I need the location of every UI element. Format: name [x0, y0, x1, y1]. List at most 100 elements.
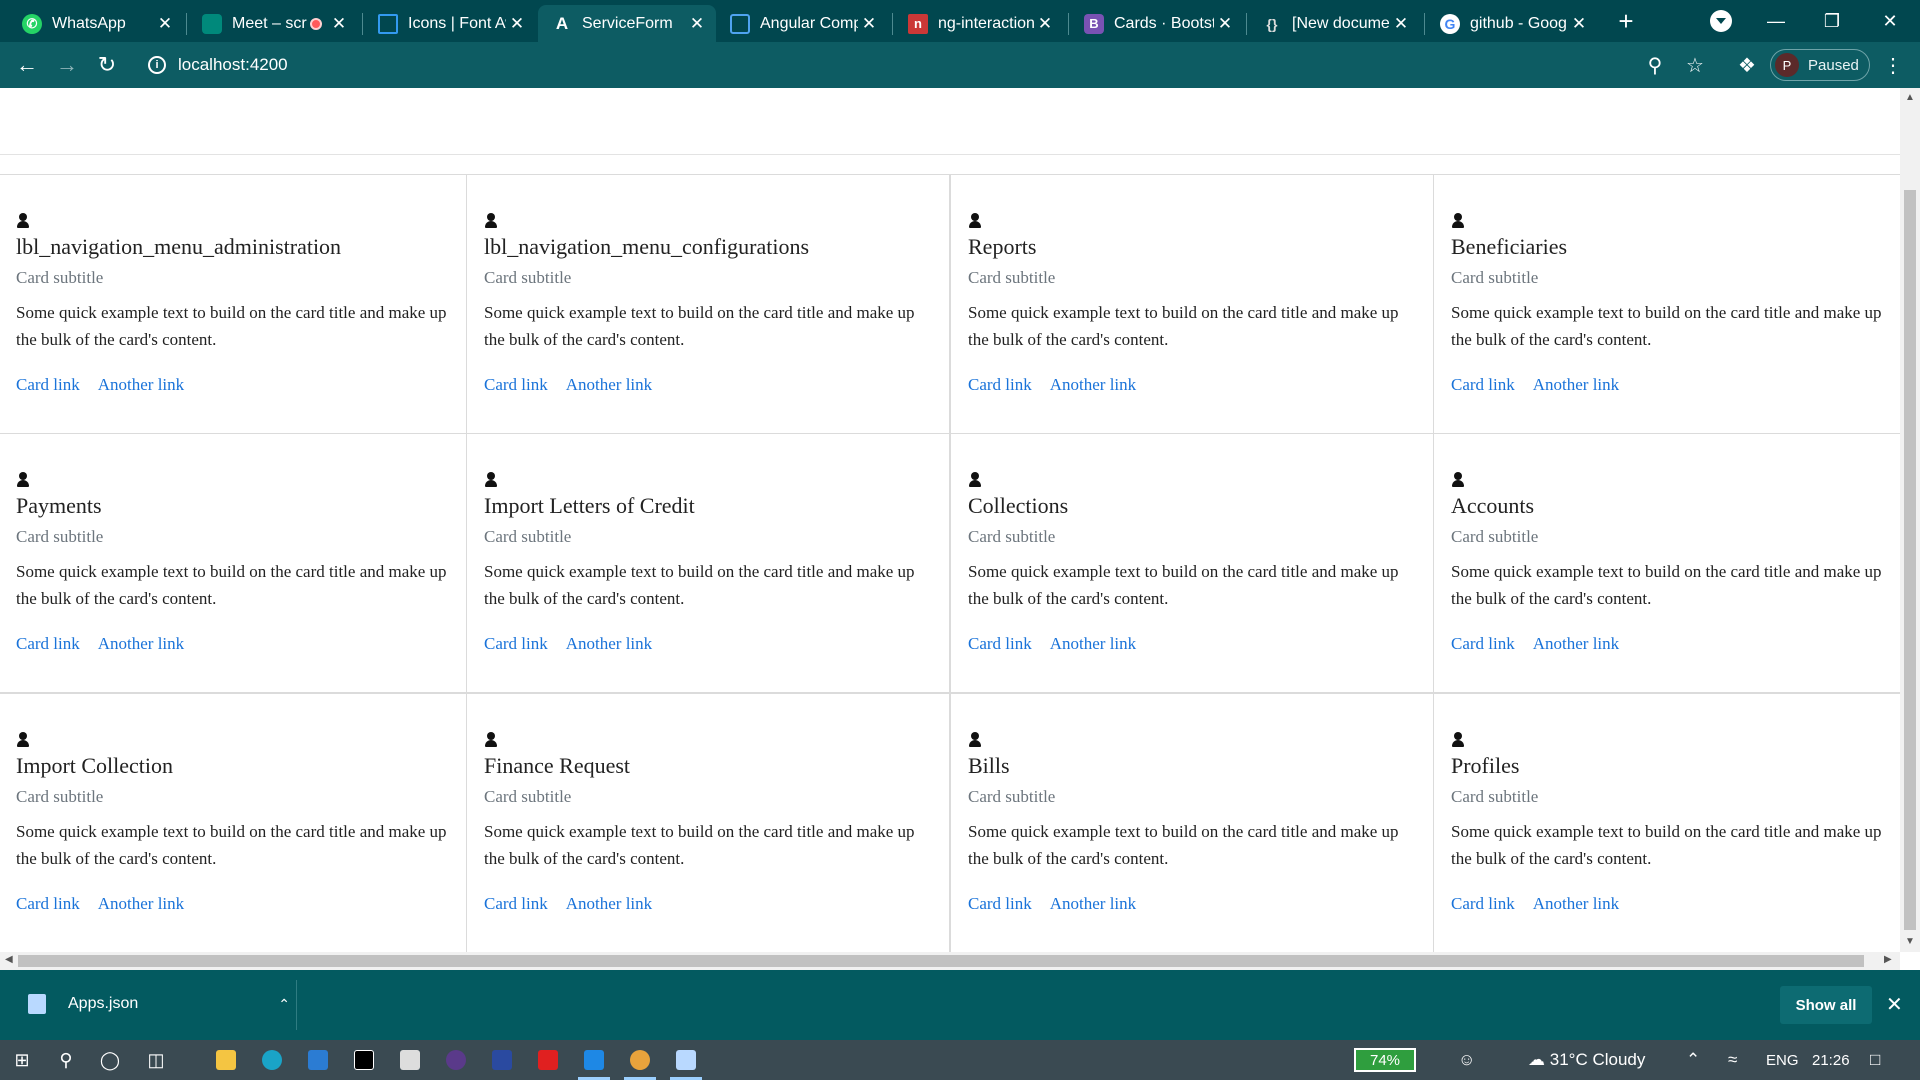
close-tab-icon[interactable]: ✕	[1214, 14, 1236, 34]
scroll-up-arrow-icon[interactable]: ▲	[1905, 92, 1915, 103]
card-link[interactable]: Card link	[1451, 894, 1515, 913]
back-arrow-icon[interactable]: ←	[12, 50, 42, 80]
tab-cards-bootstrap[interactable]: B Cards · Bootstr ✕	[1070, 5, 1244, 42]
horizontal-scroll-thumb[interactable]	[18, 955, 1864, 967]
another-link[interactable]: Another link	[1533, 894, 1619, 913]
show-all-button[interactable]: Show all	[1780, 986, 1872, 1024]
card-link[interactable]: Card link	[968, 634, 1032, 653]
user-icon	[968, 472, 982, 488]
file-explorer-icon[interactable]	[214, 1048, 238, 1072]
card: Finance Request Card subtitle Some quick e…	[466, 693, 950, 952]
chrome-icon[interactable]	[624, 1048, 656, 1080]
close-tab-icon[interactable]: ✕	[154, 14, 176, 34]
people-icon[interactable]: ☺	[1458, 1050, 1475, 1070]
language-indicator[interactable]: ENG	[1766, 1052, 1799, 1069]
another-link[interactable]: Another link	[566, 634, 652, 653]
chevron-up-icon[interactable]: ⌃	[1686, 1050, 1700, 1070]
restore-window-icon[interactable]: ❐	[1804, 0, 1860, 42]
card-link[interactable]: Card link	[484, 634, 548, 653]
forward-arrow-icon[interactable]: →	[52, 50, 82, 80]
close-window-icon[interactable]: ✕	[1862, 0, 1918, 42]
close-tab-icon[interactable]: ✕	[506, 14, 528, 34]
notepad-icon[interactable]	[670, 1048, 702, 1080]
address-url: localhost:4200	[178, 55, 288, 74]
horizontal-scrollbar[interactable]: ◀ ▶	[0, 952, 1900, 970]
card-text: Some quick example text to build on the …	[1451, 562, 1882, 608]
close-tab-icon[interactable]: ✕	[1390, 14, 1412, 34]
extensions-puzzle-icon[interactable]: ❖	[1734, 52, 1760, 78]
pycharm-icon[interactable]	[352, 1048, 376, 1072]
youtube-icon[interactable]	[536, 1048, 560, 1072]
another-link[interactable]: Another link	[98, 634, 184, 653]
close-tab-icon[interactable]: ✕	[328, 14, 350, 34]
edge-icon[interactable]	[260, 1048, 284, 1072]
battery-indicator[interactable]: 74%	[1354, 1048, 1416, 1072]
profile-button[interactable]: P Paused	[1770, 49, 1870, 81]
tab-whatsapp[interactable]: ✆ WhatsApp ✕	[8, 5, 184, 42]
card-link[interactable]: Card link	[1451, 375, 1515, 394]
notification-center-icon[interactable]: □	[1870, 1050, 1880, 1070]
store-icon[interactable]	[398, 1048, 422, 1072]
scroll-down-arrow-icon[interactable]: ▼	[1905, 936, 1915, 947]
another-link[interactable]: Another link	[1050, 894, 1136, 913]
vertical-scroll-thumb[interactable]	[1904, 190, 1916, 930]
scroll-right-arrow-icon[interactable]: ▶	[1884, 954, 1892, 965]
tab-title: ng-interaction	[938, 14, 1034, 32]
close-tab-icon[interactable]: ✕	[1568, 14, 1590, 34]
card-link[interactable]: Card link	[1451, 634, 1515, 653]
new-tab-button[interactable]: +	[1612, 8, 1640, 36]
tab-angular-components[interactable]: Angular Comp ✕	[716, 5, 888, 42]
vertical-scrollbar[interactable]: ▲ ▼	[1900, 88, 1920, 952]
vscode-icon[interactable]	[578, 1048, 610, 1080]
tab-search-icon[interactable]	[1710, 10, 1732, 32]
user-icon	[484, 213, 498, 229]
chevron-up-icon[interactable]: ⌃	[278, 996, 290, 1013]
another-link[interactable]: Another link	[98, 894, 184, 913]
address-bar[interactable]: i localhost:4200	[136, 47, 1696, 83]
another-link[interactable]: Another link	[566, 894, 652, 913]
tab-google-meet[interactable]: Meet – scr ✕	[188, 5, 358, 42]
another-link[interactable]: Another link	[1050, 634, 1136, 653]
cortana-circle-icon[interactable]: ◯	[98, 1048, 122, 1072]
tab-github-google[interactable]: G github - Goog ✕	[1426, 5, 1598, 42]
another-link[interactable]: Another link	[98, 375, 184, 394]
task-view-icon[interactable]: ◫	[144, 1048, 168, 1072]
tab-ng-interaction[interactable]: n ng-interaction ✕	[894, 5, 1064, 42]
card-link[interactable]: Card link	[484, 375, 548, 394]
close-tab-icon[interactable]: ✕	[1034, 14, 1056, 34]
another-link[interactable]: Another link	[1050, 375, 1136, 394]
bookmark-star-icon[interactable]: ☆	[1682, 52, 1708, 78]
download-item[interactable]: Apps.json ⌃	[20, 982, 290, 1026]
card-link[interactable]: Card link	[16, 634, 80, 653]
close-tab-icon[interactable]: ✕	[686, 14, 708, 34]
reload-icon[interactable]: ↻	[92, 50, 122, 80]
card-link[interactable]: Card link	[484, 894, 548, 913]
card-link[interactable]: Card link	[968, 375, 1032, 394]
mail-icon[interactable]	[306, 1048, 330, 1072]
windows-taskbar: ⊞ ⚲ ◯ ◫ 74% ☺ ☁ 31°C Cloudy ⌃ ≈ ENG 21:2…	[0, 1040, 1920, 1080]
close-download-bar-icon[interactable]: ✕	[1886, 992, 1903, 1017]
another-link[interactable]: Another link	[1533, 375, 1619, 394]
app-icon[interactable]	[490, 1048, 514, 1072]
weather-widget[interactable]: ☁ 31°C Cloudy	[1528, 1050, 1645, 1070]
profile-status: Paused	[1808, 56, 1859, 74]
card-link[interactable]: Card link	[16, 894, 80, 913]
scroll-left-arrow-icon[interactable]: ◀	[5, 954, 13, 965]
close-tab-icon[interactable]: ✕	[858, 14, 880, 34]
windows-start-icon[interactable]: ⊞	[10, 1048, 34, 1072]
site-info-icon[interactable]: i	[148, 56, 166, 74]
card-link[interactable]: Card link	[968, 894, 1032, 913]
minimize-window-icon[interactable]: —	[1748, 0, 1804, 42]
another-link[interactable]: Another link	[1533, 634, 1619, 653]
zoom-icon[interactable]: ⚲	[1642, 52, 1668, 78]
search-icon[interactable]: ⚲	[54, 1048, 78, 1072]
wifi-icon[interactable]: ≈	[1728, 1050, 1737, 1070]
tab-serviceform[interactable]: A ServiceForm ✕	[538, 5, 716, 42]
tab-new-document[interactable]: {} [New documen ✕	[1248, 5, 1420, 42]
clock[interactable]: 21:26	[1812, 1052, 1850, 1069]
tab-font-awesome[interactable]: Icons | Font Aw ✕	[364, 5, 536, 42]
card-link[interactable]: Card link	[16, 375, 80, 394]
vpn-icon[interactable]	[444, 1048, 468, 1072]
another-link[interactable]: Another link	[566, 375, 652, 394]
browser-menu-kebab-icon[interactable]: ⋮	[1880, 52, 1906, 78]
